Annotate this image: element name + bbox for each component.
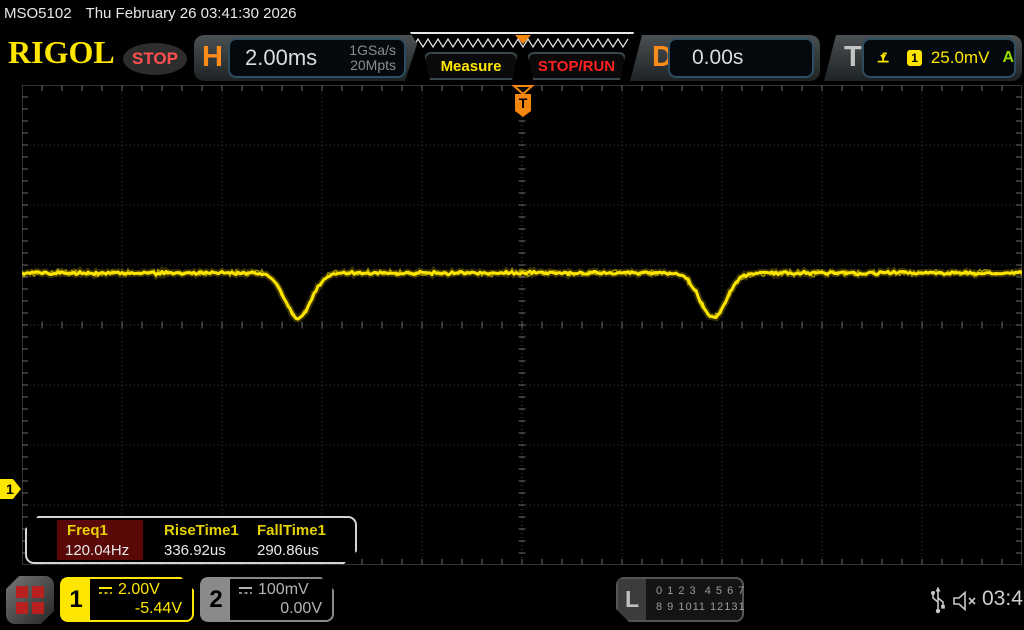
status-bar: MSO5102 Thu February 26 03:41:30 2026 — [4, 5, 297, 22]
menu-grid-icon — [32, 586, 44, 598]
channel1-number-tab[interactable]: 1 — [62, 579, 90, 620]
trigger-settings-box[interactable]: T 1 25.0mV A — [824, 35, 1022, 81]
model-name: MSO5102 — [4, 5, 72, 22]
delay-box[interactable]: 0.00s — [668, 38, 814, 78]
trigger-position-marker[interactable]: T — [511, 85, 535, 117]
channel2-number-tab[interactable]: 2 — [202, 579, 230, 620]
channel1-scale-value: 2.00V — [118, 581, 160, 598]
trigger-marker-letter: T — [519, 95, 528, 111]
stop-run-button[interactable]: STOP/RUN — [527, 52, 626, 80]
logic-channels-badge[interactable]: L 0 1 2 3 4 5 6 7 8 9 1011 12131415 — [616, 577, 744, 622]
logic-channels-row1: 0 1 2 3 4 5 6 7 — [656, 585, 746, 597]
run-state-badge: STOP — [123, 43, 187, 75]
channel1-offset-value: -5.44V — [134, 600, 182, 617]
datetime-text: Thu February 26 03:41:30 2026 — [85, 5, 297, 22]
measurement-label: RiseTime1 — [164, 522, 239, 539]
dc-coupling-icon — [98, 586, 113, 595]
channel2-scale-value: 100mV — [258, 581, 309, 598]
logic-channels-row2: 8 9 1011 12131415 — [656, 601, 767, 613]
rigol-logo: RIGOL — [8, 34, 115, 70]
horizontal-settings-box[interactable]: H 2.00ms 1GSa/s 20Mpts — [194, 35, 420, 81]
speaker-muted-icon[interactable] — [952, 591, 980, 611]
trigger-mode-badge: A — [1002, 49, 1014, 66]
memory-depth: 20Mpts — [350, 57, 396, 73]
measure-button[interactable]: Measure — [424, 52, 518, 80]
menu-grid-icon — [16, 586, 28, 598]
measurement-label: FallTime1 — [257, 522, 326, 539]
timebase-value[interactable]: 2.00ms — [245, 45, 317, 71]
acquisition-info: 1GSa/s 20Mpts — [349, 43, 396, 73]
falling-edge-icon — [877, 52, 889, 63]
dc-coupling-icon — [238, 586, 253, 595]
channel1-scale: 2.00V — [98, 581, 160, 599]
channel1-marker-number: 1 — [6, 481, 14, 497]
trigger-level-value[interactable]: 25.0mV — [931, 48, 990, 68]
graticule: T — [20, 85, 1024, 565]
timebase-box[interactable]: 2.00ms 1GSa/s 20Mpts — [228, 38, 406, 78]
function-menu-button[interactable] — [6, 576, 54, 624]
trigger-source-badge[interactable]: 1 — [907, 50, 922, 66]
waveform-display-area[interactable]: T — [20, 85, 1024, 565]
delay-settings-box[interactable]: D 0.00s — [630, 35, 820, 81]
menu-grid-icon — [16, 602, 28, 614]
measurement-value: 120.04Hz — [65, 542, 130, 559]
preview-trigger-position-icon[interactable] — [515, 35, 531, 44]
usb-icon — [931, 586, 945, 614]
clock-text: 03:41 — [982, 587, 1024, 610]
trigger-box[interactable]: 1 25.0mV A — [862, 38, 1016, 78]
channel1-level-marker[interactable]: 1 — [0, 478, 22, 500]
channel2-offset-value: 0.00V — [280, 600, 322, 617]
horizontal-label: H — [202, 41, 223, 73]
channel2-scale: 100mV — [238, 581, 309, 599]
measurement-value: 290.86us — [257, 542, 319, 559]
channel1-status-badge[interactable]: 1 2.00V -5.44V — [60, 577, 194, 622]
logic-label-tab[interactable]: L — [618, 579, 646, 620]
measurement-value: 336.92us — [164, 542, 226, 559]
channel2-status-badge[interactable]: 2 100mV 0.00V — [200, 577, 334, 622]
sample-rate: 1GSa/s — [349, 42, 396, 58]
measurement-label: Freq1 — [67, 522, 108, 539]
menu-grid-icon — [32, 602, 44, 614]
delay-value[interactable]: 0.00s — [692, 46, 743, 70]
measurement-panel[interactable]: Freq1 120.04Hz RiseTime1 336.92us FallTi… — [25, 516, 357, 564]
trigger-label: T — [844, 41, 862, 73]
